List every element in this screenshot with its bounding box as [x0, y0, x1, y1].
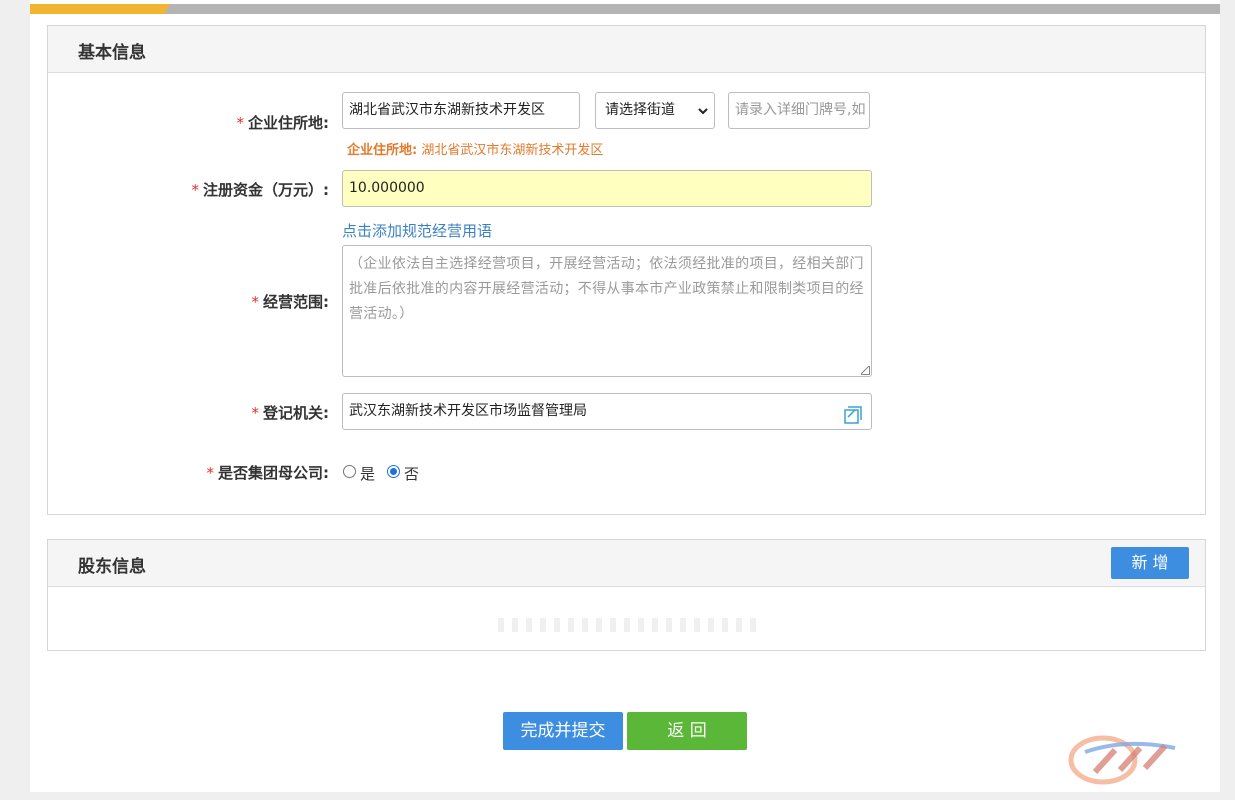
authority-label-text: 登记机关:: [263, 404, 329, 422]
address-detail-placeholder: 请录入详细门牌号,如: [735, 102, 866, 118]
district-input[interactable]: 湖北省武汉市东湖新技术开发区: [342, 92, 580, 129]
authority-label: * 登记机关:: [29, 402, 330, 423]
address-label-text: 企业住所地:: [248, 114, 329, 132]
group-parent-label-text: 是否集团母公司:: [218, 464, 329, 482]
scope-label-text: 经营范围:: [263, 293, 329, 311]
address-hint-prefix: 企业住所地:: [347, 143, 418, 158]
page-content: 基本信息 * 企业住所地: 湖北省武汉市东湖新技术开发区 请选择街道 请录入详细门…: [30, 0, 1220, 792]
add-standard-terms-link[interactable]: 点击添加规范经营用语: [342, 220, 492, 241]
basic-info-panel: 基本信息 * 企业住所地: 湖北省武汉市东湖新技术开发区 请选择街道 请录入详细门…: [47, 25, 1206, 515]
capital-input[interactable]: 10.000000: [342, 170, 872, 207]
street-select[interactable]: 请选择街道: [595, 92, 715, 129]
select-dialog-icon[interactable]: [844, 403, 862, 429]
scope-textarea[interactable]: （企业依法自主选择经营项目，开展经营活动；依法须经批准的项目，经相关部门批准后依…: [342, 245, 872, 377]
capital-label-text: 注册资金（万元）:: [203, 181, 329, 199]
address-label: * 企业住所地:: [29, 112, 330, 133]
required-mark: *: [206, 464, 215, 482]
street-select-value: 请选择街道: [605, 102, 675, 118]
group-parent-label: * 是否集团母公司:: [29, 462, 330, 483]
required-mark: *: [236, 114, 245, 132]
capital-label: * 注册资金（万元）:: [29, 179, 330, 200]
scope-label: * 经营范围:: [29, 291, 330, 312]
required-mark: *: [251, 404, 260, 422]
basic-info-header: 基本信息: [48, 26, 1205, 73]
chevron-down-icon: [698, 93, 708, 128]
radio-yes-label[interactable]: 是: [360, 463, 375, 484]
radio-no-label[interactable]: 否: [404, 463, 419, 484]
scope-placeholder: （企业依法自主选择经营项目，开展经营活动；依法须经批准的项目，经相关部门批准后依…: [349, 256, 864, 322]
authority-input[interactable]: 武汉东湖新技术开发区市场监督管理局: [342, 393, 872, 430]
watermark-logo: [1065, 730, 1195, 792]
address-detail-input[interactable]: 请录入详细门牌号,如: [728, 92, 870, 129]
top-progress-accent: [30, 4, 170, 14]
resize-handle-icon[interactable]: [861, 366, 870, 375]
capital-value: 10.000000: [349, 180, 425, 196]
authority-value: 武汉东湖新技术开发区市场监督管理局: [349, 403, 587, 419]
shareholder-info-title: 股东信息: [78, 557, 146, 577]
shareholder-info-panel: 股东信息 新 增: [47, 539, 1206, 651]
add-shareholder-button[interactable]: 新 增: [1111, 547, 1189, 579]
address-hint-value: 湖北省武汉市东湖新技术开发区: [421, 143, 604, 158]
submit-button[interactable]: 完成并提交: [503, 712, 623, 750]
radio-yes[interactable]: [343, 465, 356, 478]
faded-placeholder: [498, 618, 758, 632]
top-progress-bar: [30, 4, 1220, 14]
back-button[interactable]: 返 回: [627, 712, 747, 750]
basic-info-title: 基本信息: [78, 43, 146, 63]
required-mark: *: [251, 293, 260, 311]
address-hint: 企业住所地: 湖北省武汉市东湖新技术开发区: [347, 139, 603, 158]
required-mark: *: [191, 181, 200, 199]
district-value: 湖北省武汉市东湖新技术开发区: [349, 102, 545, 118]
radio-no[interactable]: [387, 465, 400, 478]
shareholder-info-header: 股东信息 新 增: [48, 540, 1205, 587]
